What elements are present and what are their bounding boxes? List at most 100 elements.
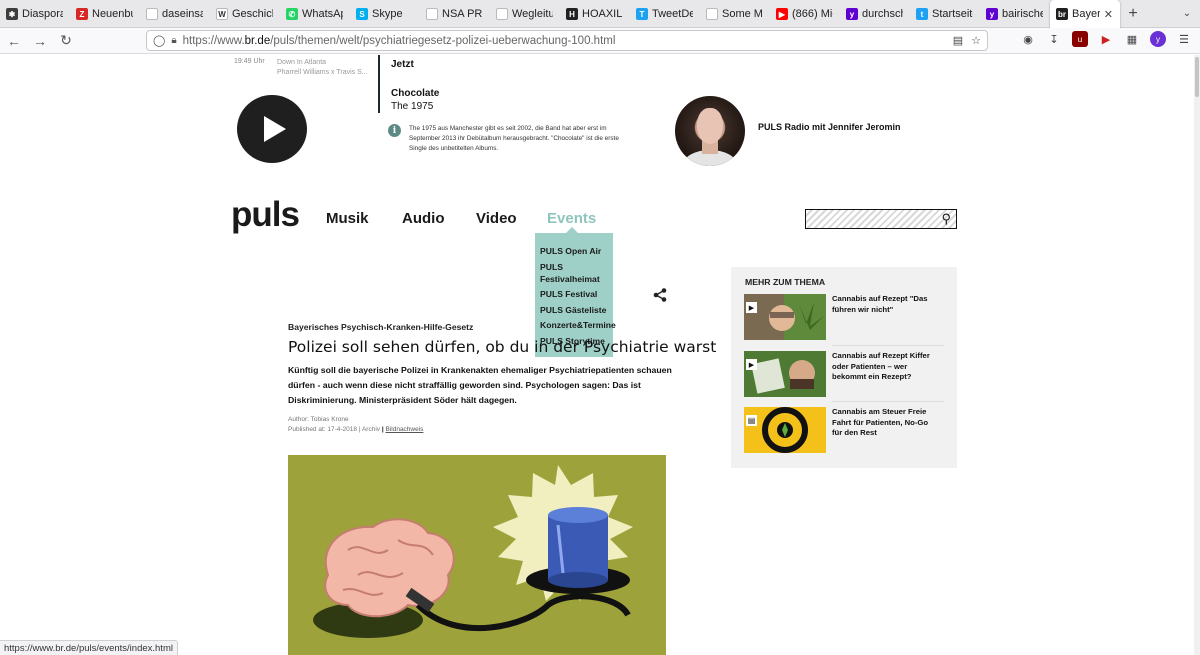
related-item-title[interactable]: Cannabis auf Rezept "Das führen wir nich…: [832, 294, 940, 315]
status-bar-url: https://www.br.de/puls/events/index.html: [0, 640, 178, 655]
ublock-extension-icon[interactable]: u: [1072, 31, 1088, 47]
tab[interactable]: Z Neuenburg: [70, 0, 140, 28]
menu-item-festival[interactable]: PULS Festival: [535, 288, 613, 300]
meta-separator: |: [381, 426, 384, 433]
pocket-icon[interactable]: ◉: [1020, 31, 1036, 47]
play-button[interactable]: [237, 95, 307, 163]
article-published: Published at: 17-4-2018 | Archiv: [288, 426, 381, 433]
web-page: 19:49 Uhr Down In Atlanta Pharrell Willi…: [0, 55, 1200, 655]
tab-label: (866) Micr: [792, 8, 833, 20]
tab[interactable]: T TweetDeck: [630, 0, 700, 28]
menu-icon[interactable]: ☰: [1176, 31, 1192, 47]
divider: [832, 345, 944, 346]
article-lead: Künftig soll die bayerische Polizei in K…: [288, 365, 672, 405]
back-icon[interactable]: ←: [2, 29, 26, 53]
play-icon: ▶: [746, 359, 757, 370]
menu-item-festivalheimat[interactable]: PULS Festivalheimat: [535, 261, 605, 285]
related-thumbnail[interactable]: [744, 351, 826, 397]
nav-musik[interactable]: Musik: [326, 210, 369, 227]
article-author: Author: Tobias Krone: [288, 416, 349, 423]
tracking-shield-icon[interactable]: ◯: [153, 34, 165, 47]
article-icon: ▤: [746, 415, 757, 426]
tab-label: HOAXILLA: [582, 8, 623, 20]
previous-song-time: 19:49 Uhr: [234, 58, 265, 65]
tab[interactable]: Wegleitung R: [490, 0, 560, 28]
bookmark-star-icon[interactable]: ☆: [971, 34, 981, 47]
related-item[interactable]: ▶ Cannabis auf Rezept "Das führen wir ni…: [744, 294, 944, 342]
downloads-icon[interactable]: ↧: [1046, 31, 1062, 47]
tab[interactable]: NSA PRISM: [420, 0, 490, 28]
tab[interactable]: y durchschn: [840, 0, 910, 28]
forward-icon[interactable]: →: [28, 29, 52, 53]
tab[interactable]: ✆ WhatsApp: [280, 0, 350, 28]
address-bar[interactable]: ◯ 🔒︎ https://www. br.de/puls/themen/welt/…: [146, 30, 988, 51]
yahoo-extension-icon[interactable]: y: [1150, 31, 1166, 47]
reload-icon[interactable]: ↻: [54, 29, 78, 53]
tab-label: bairisches: [1002, 8, 1043, 20]
lock-icon[interactable]: 🔒︎: [171, 35, 176, 46]
tab-label: TweetDeck: [652, 8, 693, 20]
tab-label: Wegleitung R: [512, 8, 553, 20]
play-icon: [264, 116, 286, 142]
nav-video[interactable]: Video: [476, 210, 517, 227]
tab-favicon-icon: W: [216, 8, 228, 20]
article-meta: Published at: 17-4-2018 | Archiv | Bildn…: [288, 426, 423, 433]
list-all-tabs-icon[interactable]: ⌄: [1174, 0, 1200, 27]
puls-logo[interactable]: puls: [231, 195, 300, 235]
grid-extension-icon[interactable]: ▦: [1124, 31, 1140, 47]
tab-label: Neuenburg: [92, 8, 133, 20]
menu-item-gaesteliste[interactable]: PULS Gästeliste: [535, 304, 613, 316]
navigation-bar: ← → ↻ ◯ 🔒︎ https://www. br.de/puls/themen…: [0, 28, 1200, 54]
url-domain: br.de: [244, 34, 271, 47]
reader-view-icon[interactable]: ▤: [953, 34, 963, 47]
menu-item-open-air[interactable]: PULS Open Air: [535, 245, 613, 257]
related-item[interactable]: ▶ Cannabis auf Rezept Kiffer oder Patien…: [744, 351, 944, 399]
menu-item-konzerte-termine[interactable]: Konzerte&Termine: [535, 319, 616, 331]
song-artist: The 1975: [391, 101, 434, 112]
info-icon: i: [388, 124, 401, 137]
tab[interactable]: t Startseite: [910, 0, 980, 28]
tab-label: daseinsanalys: [162, 8, 203, 20]
megaphone-extension-icon[interactable]: ▶: [1098, 31, 1114, 47]
previous-song: Down In Atlanta Pharrell Williams x Trav…: [277, 58, 368, 78]
new-tab-button[interactable]: +: [1120, 0, 1146, 27]
host-name[interactable]: PULS Radio mit Jennifer Jeromin: [758, 122, 901, 132]
tab-favicon-icon: T: [636, 8, 648, 20]
tab[interactable]: Some MKULTR: [700, 0, 770, 28]
tab-label: NSA PRISM: [442, 8, 483, 20]
tab-label: Diaspora E: [22, 8, 63, 20]
tab[interactable]: y bairisches: [980, 0, 1050, 28]
related-item-title[interactable]: Cannabis am Steuer Freie Fahrt für Patie…: [832, 407, 940, 439]
divider: [832, 401, 944, 402]
related-sidebar: MEHR ZUM THEMA ▶ Cannabis auf Rezept "Da…: [731, 267, 957, 468]
page-scrollbar[interactable]: [1194, 55, 1200, 655]
tab-favicon-icon: S: [356, 8, 368, 20]
tab[interactable]: S Skype: [350, 0, 420, 28]
tab-favicon-icon: ✱: [6, 8, 18, 20]
tab-favicon-icon: [706, 8, 718, 20]
tab-active[interactable]: br Bayerisc ✕: [1050, 0, 1120, 28]
article-headline: Polizei soll sehen dürfen, ob du in der …: [288, 338, 717, 356]
nav-events[interactable]: Events: [547, 210, 596, 227]
related-thumbnail[interactable]: [744, 294, 826, 340]
tab[interactable]: daseinsanalys: [140, 0, 210, 28]
related-thumbnail[interactable]: [744, 407, 826, 453]
nav-audio[interactable]: Audio: [402, 210, 445, 227]
search-icon[interactable]: ⚲: [941, 211, 951, 227]
tab-favicon-icon: [496, 8, 508, 20]
tab-label: Skype: [372, 8, 403, 20]
related-item-title[interactable]: Cannabis auf Rezept Kiffer oder Patiente…: [832, 351, 940, 383]
search-input[interactable]: ⚲: [805, 209, 957, 229]
tab[interactable]: W Geschichte: [210, 0, 280, 28]
image-credits-link[interactable]: Bildnachweis: [385, 426, 423, 433]
now-playing-label: Jetzt: [391, 59, 414, 70]
related-item[interactable]: ▤ Cannabis am Steuer Freie Fahrt für Pat…: [744, 407, 944, 455]
share-icon[interactable]: [653, 288, 667, 302]
close-tab-icon[interactable]: ✕: [1104, 8, 1113, 21]
tab[interactable]: ✱ Diaspora E: [0, 0, 70, 28]
host-avatar: [675, 96, 745, 166]
tab[interactable]: ▶ (866) Micr: [770, 0, 840, 28]
tab[interactable]: H HOAXILLA: [560, 0, 630, 28]
tab-favicon-icon: br: [1056, 8, 1068, 20]
tab-favicon-icon: t: [916, 8, 928, 20]
